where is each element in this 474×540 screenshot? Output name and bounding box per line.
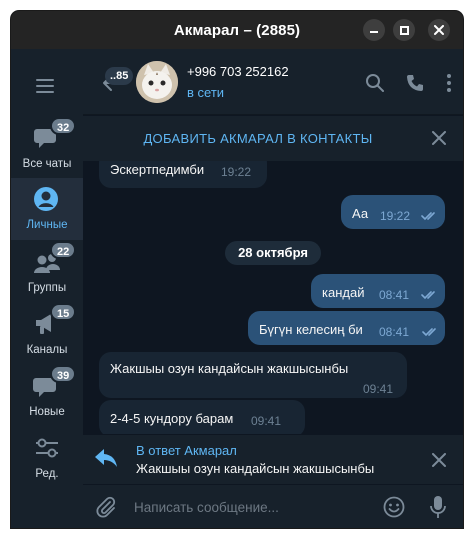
folder-unread-badge: 15 [50,303,77,321]
emoji-icon[interactable] [383,496,405,518]
message-outgoing[interactable]: Бүгүн келесиң би 08:41 [248,311,445,345]
reply-icon [95,449,117,467]
message-outgoing[interactable]: Аа 19:22 [341,195,445,229]
back-unread-badge: ..85 [105,67,134,85]
folder-personal[interactable]: Личные [11,178,83,240]
folder-all-chats[interactable]: 32 Все чаты [11,117,83,179]
microphone-icon[interactable] [429,495,447,519]
folder-groups[interactable]: 22 Группы [11,241,83,303]
add-contact-button[interactable]: ДОБАВИТЬ АКМАРАЛ В КОНТАКТЫ [83,131,433,146]
folder-label: Новые [29,406,65,418]
reply-preview: В ответ Акмарал Жакшыы озун кандайсын жа… [83,434,463,484]
folder-edit[interactable]: Ред. [11,427,83,489]
search-icon[interactable] [365,73,385,93]
paperclip-icon[interactable] [95,496,117,518]
folder-unread-badge: 39 [50,365,77,383]
message-time: 19:22 [221,165,252,179]
double-check-icon [422,328,436,337]
close-window-button[interactable] [428,19,450,41]
filters-icon [36,438,58,458]
date-separator: 28 октября [225,241,321,265]
cat-avatar-image [136,61,178,103]
message-incoming[interactable]: Жакшыы озун кандайсын жакшысынбы 09:41 [99,352,407,398]
person-icon [34,187,58,211]
message-outgoing[interactable]: кандай 08:41 [311,274,445,308]
folders-sidebar: 32 Все чаты Личные 22 Группы 15 Каналы 3… [11,49,83,528]
close-icon[interactable] [432,131,446,145]
telegram-window: Акмарал – (2885) 32 Все чаты Личные 22 Г… [11,11,463,528]
message-incoming[interactable]: 2-4-5 кундору барам 09:41 [99,400,305,434]
peer-status: в сети [187,85,225,100]
message-input[interactable] [134,497,374,517]
add-contact-bar: ДОБАВИТЬ АКМАРАЛ В КОНТАКТЫ [83,115,463,161]
more-vertical-icon[interactable] [439,73,459,93]
message-incoming[interactable]: Эскертпедимби 19:22 [99,161,267,188]
folder-channels[interactable]: 15 Каналы [11,303,83,365]
main-menu-button[interactable] [36,79,56,93]
message-time: 09:41 [251,414,282,428]
chat-header: ..85 +996 703 252162 в сети [83,49,463,115]
reply-title: В ответ Акмарал [136,443,237,458]
message-list[interactable]: Эскертпедимби 19:22 Аа 19:22 28 октября … [83,161,463,434]
message-composer [83,484,463,528]
phone-icon[interactable] [405,73,425,93]
peer-name[interactable]: +996 703 252162 [187,64,289,79]
message-text: Жакшыы озун кандайсын жакшысынбы [110,361,349,376]
folder-label: Ред. [35,468,59,480]
message-text: 2-4-5 кундору барам [110,411,234,426]
maximize-icon [399,25,409,35]
reply-quoted-text: Жакшыы озун кандайсын жакшысынбы [136,461,375,476]
folder-unread-badge: 32 [50,117,77,135]
message-text: Аа [352,206,369,221]
maximize-button[interactable] [393,19,415,41]
minimize-icon [370,31,378,33]
message-text: Эскертпедимби [110,162,205,177]
folder-new[interactable]: 39 Новые [11,365,83,427]
minimize-button[interactable] [363,19,385,41]
message-text: Бүгүн келесиң би [259,322,363,337]
message-time: 09:41 [363,382,394,396]
double-check-icon [421,291,435,300]
message-time: 08:41 [379,325,410,339]
close-icon[interactable] [432,453,446,467]
folder-label: Группы [27,282,67,294]
folder-label: Все чаты [22,158,72,170]
folder-unread-badge: 22 [50,241,77,259]
folder-label: Каналы [26,344,68,356]
avatar[interactable] [136,61,178,103]
close-icon [434,25,444,35]
title-bar: Акмарал – (2885) [11,11,463,49]
message-time: 19:22 [380,209,411,223]
double-check-icon [421,212,435,221]
message-time: 08:41 [379,288,410,302]
folder-label: Личные [26,219,68,231]
message-text: кандай [322,285,365,300]
